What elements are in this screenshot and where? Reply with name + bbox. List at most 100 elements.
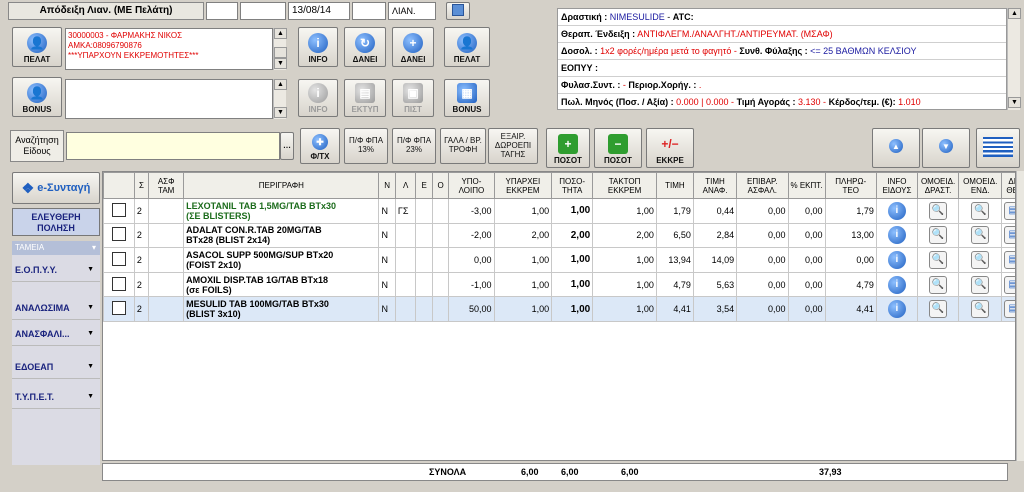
bonus-scroll-up-icon[interactable]: ▲	[274, 79, 287, 90]
magnifier-icon[interactable]: 🔍	[929, 300, 948, 319]
info-button-disabled[interactable]: i INFO	[298, 79, 338, 117]
sidebar-item-eopyy[interactable]: Ε.Ο.Π.Υ.Υ. ▼	[12, 258, 100, 282]
document-icon[interactable]: ▤	[1004, 250, 1015, 269]
search-input[interactable]	[66, 132, 280, 160]
column-header[interactable]: ΟΜΟΕΙΔ. ΔΡΑΣΤ.	[916, 172, 960, 199]
magnifier-icon[interactable]: 🔍	[929, 275, 948, 294]
row-checkbox[interactable]	[111, 251, 126, 266]
cell-extra[interactable]: ▤	[1001, 222, 1015, 249]
magnifier-icon[interactable]: 🔍	[929, 201, 948, 220]
document-icon[interactable]: ▤	[1004, 300, 1015, 319]
column-header[interactable]: ΤΑΚΤΟΠ ΕΚΚΡΕΜ	[592, 172, 657, 199]
info-scroll-up-icon[interactable]: ▲	[1008, 8, 1021, 19]
row-checkbox-cell[interactable]	[103, 247, 135, 273]
exclusion-button[interactable]: ΕΞΑΙΡ. ΔΩΡΟΕΠΙ ΤΑΓΗΣ	[488, 128, 538, 164]
scroll-up-icon[interactable]: ▲	[274, 28, 287, 39]
column-header[interactable]: ΥΠΑΡΧΕΙ ΕΚΚΡΕΜ	[493, 172, 553, 199]
sidebar-item-anasfalistoi[interactable]: ΑΝΑΣΦΑΛΙ... ▼	[12, 322, 100, 346]
bonus-scrollbar[interactable]: ▲ ▼	[273, 79, 287, 119]
search-browse-button[interactable]: …	[280, 132, 294, 160]
date-field[interactable]: 13/08/14	[288, 2, 350, 20]
cell-extra[interactable]: ▤	[1001, 296, 1015, 322]
cell-pos[interactable]: 1,00	[551, 271, 594, 298]
column-header[interactable]: ΤΙΜΗ ΑΝΑΦ.	[692, 172, 738, 199]
column-header[interactable]: ΕΠΙΒΑΡ. ΑΣΦΑΛ.	[736, 172, 789, 199]
info-icon[interactable]: i	[887, 226, 906, 245]
cell-info[interactable]: i	[875, 247, 919, 273]
cell-similar-drast[interactable]: 🔍	[916, 198, 960, 224]
info-icon[interactable]: i	[887, 275, 906, 294]
row-checkbox-cell[interactable]	[103, 296, 135, 322]
row-checkbox[interactable]	[111, 202, 126, 217]
cell-similar-drast[interactable]: 🔍	[916, 247, 960, 273]
row-checkbox-cell[interactable]	[103, 198, 135, 224]
sidebar-item-typet[interactable]: Τ.Υ.Π.Ε.Τ. ▼	[12, 385, 100, 409]
magnifier-icon[interactable]: 🔍	[971, 275, 990, 294]
table-row[interactable]: 2 ASACOL SUPP 500MG/SUP BTx20 (FOIST 2x10)…	[103, 247, 1015, 273]
print-button[interactable]: ▤ ΕΚΤΥΠ	[344, 79, 386, 117]
magnifier-icon[interactable]: 🔍	[971, 250, 990, 269]
edit-button[interactable]	[446, 2, 470, 20]
move-down-button[interactable]: ▼	[922, 128, 970, 168]
ftx-button[interactable]: ✚ Φ/ΤΧ	[300, 128, 340, 164]
column-header[interactable]: INFO ΕΙΔΟΥΣ	[875, 172, 919, 199]
bonus-add-button[interactable]: ▦ BONUS	[444, 79, 490, 117]
credit-button[interactable]: ▣ ΠΙΣΤ	[392, 79, 434, 117]
row-checkbox[interactable]	[111, 227, 126, 242]
cell-similar-end[interactable]: 🔍	[958, 222, 1003, 249]
header-field-3[interactable]	[352, 2, 386, 20]
customer-scrollbar[interactable]: ▲ ▼	[273, 28, 287, 70]
e-prescription-button[interactable]: ❖ e-Συνταγή	[12, 172, 100, 204]
magnifier-icon[interactable]: 🔍	[971, 226, 990, 245]
customer-button[interactable]: 👤 ΠΕΛΑΤ	[12, 27, 62, 67]
column-header[interactable]: ΠΟΣΟ- ΤΗΤΑ	[551, 172, 594, 199]
column-header[interactable]	[103, 172, 135, 199]
fpa23-button[interactable]: Π/Φ ΦΠΑ 23%	[392, 128, 436, 164]
info-icon[interactable]: i	[887, 201, 906, 220]
grid-scrollbar[interactable]	[1016, 171, 1024, 461]
loan-button-2[interactable]: + ΔΑΝΕΙ	[392, 27, 434, 67]
cell-info[interactable]: i	[875, 222, 919, 249]
magnifier-icon[interactable]: 🔍	[929, 226, 948, 245]
qty-minus-button[interactable]: − ΠΟΣΟΤ	[594, 128, 642, 168]
row-checkbox[interactable]	[111, 301, 126, 316]
cell-similar-drast[interactable]: 🔍	[916, 222, 960, 249]
cell-pos[interactable]: 1,00	[551, 198, 594, 224]
language-button[interactable]	[976, 128, 1020, 168]
column-header[interactable]: Λ	[394, 172, 417, 199]
scroll-thumb[interactable]	[274, 47, 287, 58]
row-checkbox-cell[interactable]	[103, 222, 135, 249]
column-header[interactable]: ΠΕΡΙΓΡΑΦΗ	[183, 172, 380, 199]
fpa13-button[interactable]: Π/Φ ΦΠΑ 13%	[344, 128, 388, 164]
cell-similar-end[interactable]: 🔍	[958, 198, 1003, 224]
table-row[interactable]: 2 ADALAT CON.R.TAB 20MG/TAB BTx28 (BLIST 2…	[103, 222, 1015, 249]
sidebar-item-edoeap[interactable]: ΕΔΟΕΑΠ ▼	[12, 355, 100, 379]
table-row[interactable]: 2 AMOXIL DISP.TAB 1G/TAB BTx18 (σε FOILS) N…	[103, 271, 1015, 298]
column-header[interactable]: ΔΙ ΘΕ	[1001, 172, 1015, 199]
header-field-1[interactable]	[206, 2, 238, 20]
document-icon[interactable]: ▤	[1004, 201, 1015, 220]
cell-extra[interactable]: ▤	[1001, 198, 1015, 224]
free-sale-button[interactable]: ΕΛΕΥΘΕΡΗ ΠΟΛΗΣΗ	[12, 208, 100, 236]
info-icon[interactable]: i	[887, 300, 906, 319]
sidebar-item-analosima[interactable]: ΑΝΑΛΩΣΙΜΑ ▼	[12, 296, 100, 320]
column-header[interactable]: Σ	[133, 172, 150, 199]
magnifier-icon[interactable]: 🔍	[971, 300, 990, 319]
qty-plus-button[interactable]: + ΠΟΣΟΤ	[546, 128, 590, 168]
cell-pos[interactable]: 2,00	[551, 222, 594, 249]
magnifier-icon[interactable]: 🔍	[929, 250, 948, 269]
cell-extra[interactable]: ▤	[1001, 247, 1015, 273]
doc-code-field[interactable]: ΛΙΑΝ.	[388, 2, 436, 20]
scroll-down-icon[interactable]: ▼	[274, 58, 287, 69]
cell-similar-drast[interactable]: 🔍	[916, 296, 960, 322]
column-header[interactable]: ΑΣΦ ΤΑΜ	[148, 172, 185, 199]
document-icon[interactable]: ▤	[1004, 275, 1015, 294]
bonus-button[interactable]: 👤 BONUS	[12, 77, 62, 117]
magnifier-icon[interactable]: 🔍	[971, 201, 990, 220]
column-header[interactable]: Ν	[378, 172, 396, 199]
pending-button[interactable]: +/− ΕΚΚΡΕ	[646, 128, 694, 168]
document-icon[interactable]: ▤	[1004, 226, 1015, 245]
cell-info[interactable]: i	[875, 271, 919, 298]
cell-info[interactable]: i	[875, 198, 919, 224]
column-header[interactable]: ΟΜΟΕΙΔ. ΕΝΔ.	[958, 172, 1003, 199]
